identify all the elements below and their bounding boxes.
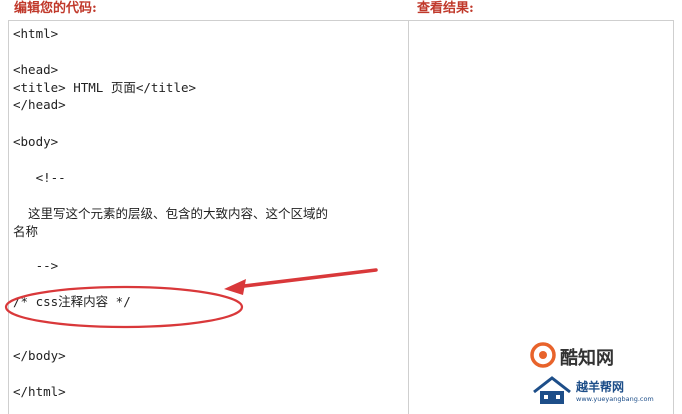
watermark-title: 酷知网 — [560, 348, 614, 369]
watermark-url: www.yueyangbang.com — [576, 395, 654, 403]
code-line: <!-- — [13, 170, 66, 185]
code-editor[interactable]: <html> <head> <title> HTML 页面</title> </… — [8, 20, 409, 414]
editor-header: 编辑您的代码: — [14, 1, 97, 16]
result-header: 查看结果: — [417, 1, 474, 16]
code-line: </head> — [13, 97, 66, 112]
watermark: 酷知网 越羊帮网 www.yueyangbang.com — [528, 338, 678, 410]
code-line: 名称 — [13, 224, 39, 239]
code-line: </body> — [13, 348, 66, 363]
code-line: <head> — [13, 62, 59, 77]
code-line: <title> HTML 页面</title> — [13, 80, 197, 95]
watermark-subtitle: 越羊帮网 — [576, 380, 625, 394]
code-line: /* css注释内容 */ — [13, 294, 131, 309]
code-line: <body> — [13, 134, 59, 149]
code-line: 这里写这个元素的层级、包含的大致内容、这个区域的 — [13, 206, 329, 221]
code-line: --> — [13, 258, 59, 273]
code-line: <html> — [13, 26, 59, 41]
watermark-house-icon — [533, 376, 571, 404]
code-line: </html> — [13, 384, 66, 399]
watermark-logo-icon — [530, 342, 556, 368]
